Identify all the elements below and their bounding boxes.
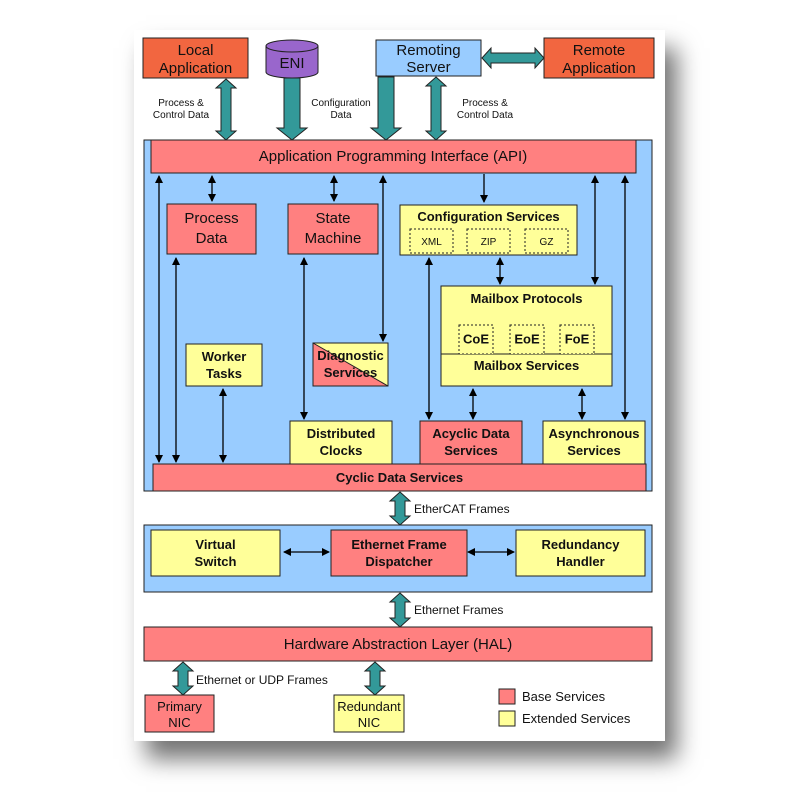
remoting-server-box: Remoting Server (375, 39, 482, 77)
remoting-server-line2: Server (406, 59, 450, 76)
architecture-diagram: Local Application ENI Remoting Server Re… (142, 37, 655, 733)
worker-tasks-line2: Tasks (206, 366, 242, 381)
mailbox-services-label: Mailbox Services (474, 358, 580, 373)
redundant-nic-line2: NIC (358, 715, 380, 730)
api-layer: Application Programming Interface (API) (150, 139, 637, 174)
config-format-label-xml: XML (421, 237, 442, 248)
acyclic-data-line2: Services (444, 443, 498, 458)
process-data-box: Process Data (166, 203, 257, 255)
worker-tasks-box: Worker Tasks (185, 343, 263, 387)
teal-arrow-hal-primary-nic (171, 661, 195, 696)
local-application-box: Local Application (142, 37, 249, 79)
api-label: Application Programming Interface (API) (259, 148, 527, 165)
protocol-label-coe: CoE (463, 332, 489, 347)
redundant-nic-line1: Redundant (337, 699, 401, 714)
config-format-label-gz: GZ (540, 237, 554, 248)
mailbox-protocols-label: Mailbox Protocols (471, 291, 583, 306)
state-machine-line2: Machine (305, 230, 362, 247)
configuration-services-box: Configuration Services XML ZIP GZ (399, 204, 578, 256)
virtual-switch-box: Virtual Switch (150, 529, 281, 577)
process-control-label-right-1: Process & (462, 98, 508, 109)
dispatcher-line2: Dispatcher (365, 554, 432, 569)
remote-application-line1: Remote (573, 42, 626, 59)
teal-arrow-ethernet-frames (388, 592, 412, 628)
worker-tasks-line1: Worker (202, 349, 247, 364)
legend-swatch-extended (498, 710, 516, 727)
remoting-server-line1: Remoting (396, 42, 460, 59)
distributed-clocks-line1: Distributed (307, 426, 376, 441)
eni-database: ENI (265, 39, 319, 79)
ethernet-frames-label: Ethernet Frames (414, 603, 503, 617)
config-format-label-zip: ZIP (481, 237, 497, 248)
teal-arrow-eni-api (275, 77, 309, 141)
remote-application-box: Remote Application (543, 37, 655, 79)
mailbox-box: Mailbox Protocols CoE EoE FoE Mailbox Serv… (440, 285, 613, 387)
diagnostic-services-box: Diagnostic Services (312, 342, 389, 387)
state-machine-box: State Machine (287, 203, 379, 255)
process-control-label-left-1: Process & (158, 98, 204, 109)
teal-arrow-remoting-remote (481, 46, 545, 70)
virtual-switch-line2: Switch (195, 554, 237, 569)
primary-nic-box: Primary NIC (144, 694, 215, 733)
primary-nic-line2: NIC (168, 715, 190, 730)
asynchronous-services-box: Asynchronous Services (542, 420, 646, 465)
redundant-nic-box: Redundant NIC (333, 694, 405, 733)
virtual-switch-line1: Virtual (195, 537, 235, 552)
legend-base-label: Base Services (522, 689, 606, 704)
legend-extended-label: Extended Services (522, 711, 631, 726)
local-application-line1: Local (178, 42, 214, 59)
redundancy-handler-line2: Handler (556, 554, 604, 569)
protocol-label-eoe: EoE (514, 332, 540, 347)
distributed-clocks-box: Distributed Clocks (289, 420, 393, 465)
process-control-label-left-2: Control Data (153, 110, 210, 121)
legend: Base Services Extended Services (498, 688, 631, 727)
cyclic-data-services-bar: Cyclic Data Services (152, 463, 647, 492)
teal-arrow-hal-redundant-nic (363, 661, 387, 696)
hal-layer: Hardware Abstraction Layer (HAL) (143, 626, 653, 662)
ethernet-udp-frames-label: Ethernet or UDP Frames (196, 673, 328, 687)
ethernet-frame-dispatcher-box: Ethernet Frame Dispatcher (330, 529, 468, 577)
distributed-clocks-line2: Clocks (320, 443, 363, 458)
configuration-services-label: Configuration Services (417, 209, 559, 224)
hal-label: Hardware Abstraction Layer (HAL) (284, 636, 512, 653)
remote-application-line2: Application (562, 60, 635, 77)
process-data-line1: Process (184, 210, 238, 227)
redundancy-handler-box: Redundancy Handler (515, 529, 646, 577)
acyclic-data-services-box: Acyclic Data Services (419, 420, 523, 465)
primary-nic-line1: Primary (157, 699, 202, 714)
local-application-line2: Application (159, 60, 232, 77)
cyclic-data-services-label: Cyclic Data Services (336, 470, 463, 485)
teal-arrow-remoting-config (369, 76, 403, 141)
diagnostic-services-line1: Diagnostic (317, 348, 383, 363)
ethercat-frames-label: EtherCAT Frames (414, 502, 510, 516)
diagnostic-services-line2: Services (324, 365, 378, 380)
asynchronous-line1: Asynchronous (548, 426, 639, 441)
configuration-data-label-2: Data (330, 110, 352, 121)
teal-arrow-remoting-process (424, 76, 448, 141)
state-machine-line1: State (315, 210, 350, 227)
process-data-line2: Data (196, 230, 228, 247)
teal-arrow-ethercat-frames (388, 491, 412, 526)
legend-swatch-base (498, 688, 516, 705)
process-control-label-right-2: Control Data (457, 110, 514, 121)
acyclic-data-line1: Acyclic Data (432, 426, 510, 441)
configuration-data-label-1: Configuration (311, 98, 370, 109)
redundancy-handler-line1: Redundancy (541, 537, 620, 552)
dispatcher-line1: Ethernet Frame (351, 537, 446, 552)
teal-arrow-local-api (214, 78, 238, 141)
eni-label: ENI (279, 55, 304, 72)
protocol-label-foe: FoE (565, 332, 590, 347)
asynchronous-line2: Services (567, 443, 621, 458)
